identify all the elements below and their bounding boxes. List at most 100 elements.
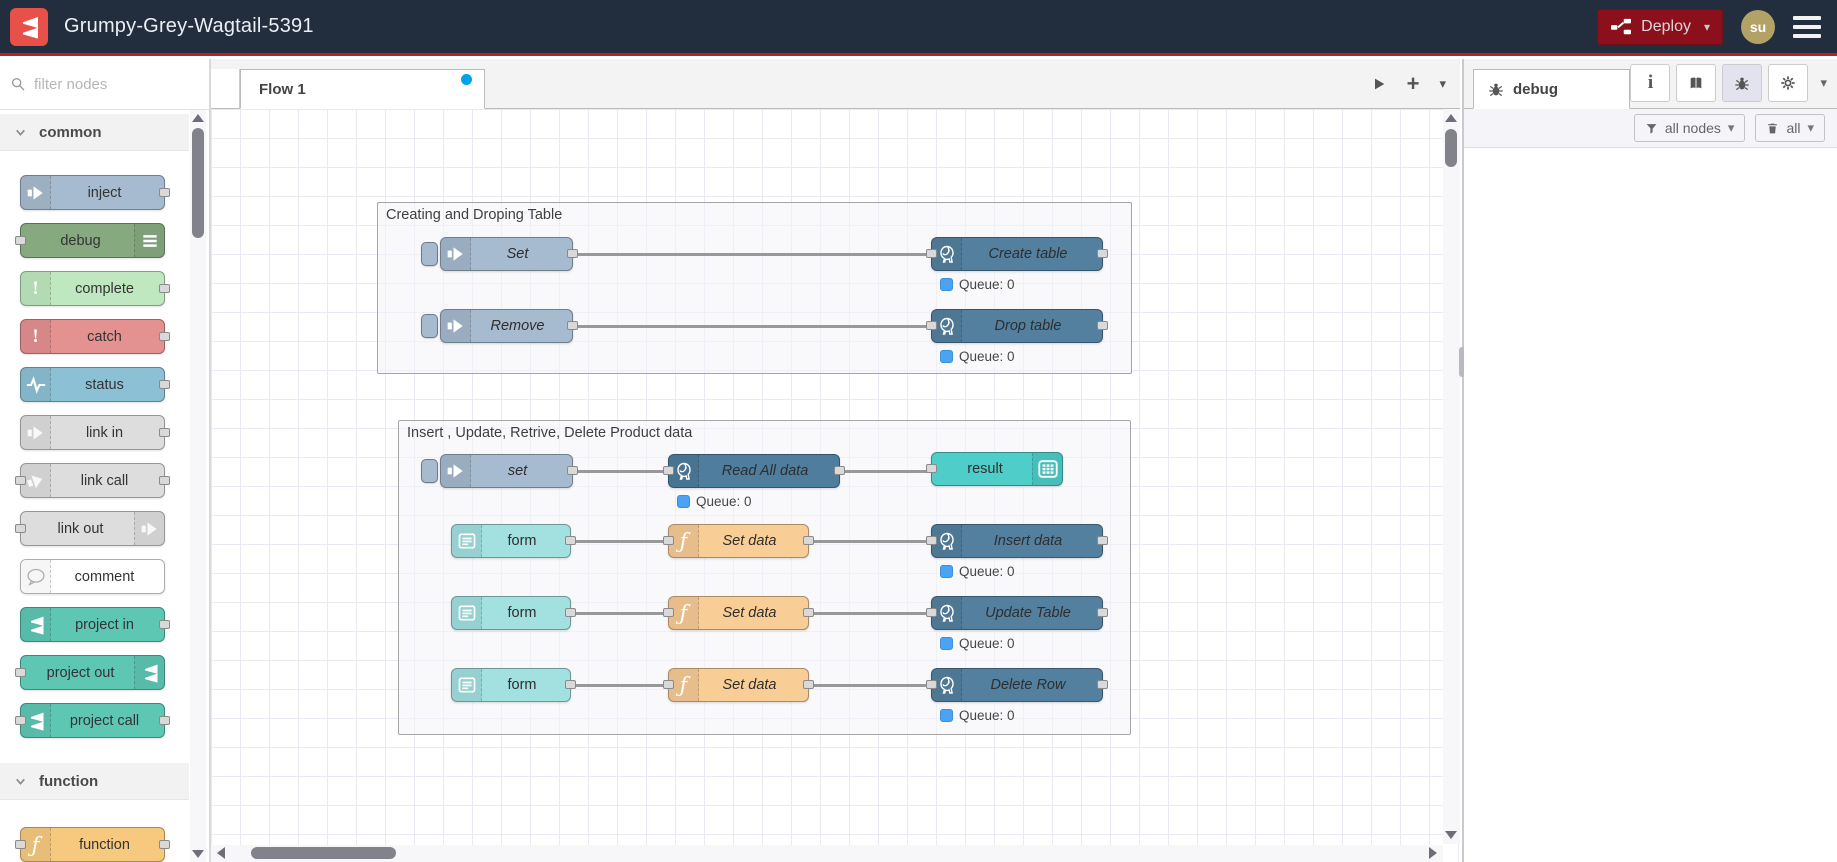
input-port[interactable]	[15, 235, 26, 245]
wire[interactable]	[569, 540, 671, 543]
output-port[interactable]	[1097, 536, 1108, 545]
wire[interactable]	[569, 612, 671, 615]
palette-node-complete[interactable]: ! complete	[20, 271, 170, 306]
palette-category-common[interactable]: common	[0, 114, 189, 151]
debug-clear-button[interactable]: all ▾	[1755, 114, 1825, 142]
info-tab-button[interactable]: i	[1630, 64, 1671, 102]
output-port[interactable]	[803, 680, 814, 689]
palette-node-link-call[interactable]: link call	[15, 463, 170, 498]
palette-node-link-out[interactable]: link out	[15, 511, 165, 546]
palette-node-link-in[interactable]: link in	[20, 415, 170, 450]
inject-button[interactable]	[421, 459, 438, 483]
flow-node-inject-remove[interactable]: Remove	[440, 309, 578, 343]
output-port[interactable]	[565, 536, 576, 545]
scrollbar-thumb[interactable]	[251, 847, 396, 859]
output-port[interactable]	[159, 283, 170, 293]
output-port[interactable]	[159, 619, 170, 629]
help-tab-button[interactable]	[1676, 64, 1717, 102]
scroll-down-icon[interactable]	[192, 850, 204, 858]
main-menu-button[interactable]	[1793, 15, 1821, 38]
input-port[interactable]	[926, 321, 937, 330]
palette-node-status[interactable]: status	[20, 367, 170, 402]
flow-node-form-1[interactable]: form	[451, 524, 576, 558]
scroll-left-icon[interactable]	[217, 847, 225, 859]
palette-node-function[interactable]: ƒ function	[15, 827, 170, 862]
canvas-horizontal-scrollbar[interactable]	[211, 845, 1443, 862]
scroll-up-icon[interactable]	[192, 114, 204, 122]
scroll-down-icon[interactable]	[1445, 831, 1457, 839]
wire[interactable]	[571, 325, 933, 328]
input-port[interactable]	[663, 466, 674, 475]
palette-node-debug[interactable]: debug	[15, 223, 165, 258]
group-creating-dropping-table[interactable]: Creating and Droping Table	[377, 202, 1132, 374]
user-avatar[interactable]: su	[1741, 9, 1775, 44]
output-port[interactable]	[565, 608, 576, 617]
input-port[interactable]	[926, 680, 937, 689]
wire[interactable]	[807, 612, 934, 615]
output-port[interactable]	[803, 536, 814, 545]
input-port[interactable]	[926, 536, 937, 545]
output-port[interactable]	[159, 839, 170, 849]
palette-node-project-out[interactable]: project out	[15, 655, 165, 690]
input-port[interactable]	[663, 536, 674, 545]
input-port[interactable]	[15, 715, 26, 725]
palette-category-function[interactable]: function	[0, 763, 189, 800]
flow-node-update-table[interactable]: Update Table	[926, 596, 1108, 630]
scrollbar-thumb[interactable]	[1445, 129, 1457, 167]
flow-node-result-table[interactable]: result	[926, 452, 1063, 486]
input-port[interactable]	[663, 680, 674, 689]
output-port[interactable]	[803, 608, 814, 617]
input-port[interactable]	[15, 523, 26, 533]
output-port[interactable]	[159, 715, 170, 725]
config-tab-button[interactable]	[1768, 64, 1809, 102]
wire[interactable]	[569, 684, 671, 687]
flow-node-function-set-data-2[interactable]: ƒ Set data	[663, 596, 814, 630]
deploy-options-caret-icon[interactable]: ▾	[1704, 20, 1710, 34]
flow-canvas[interactable]: Creating and Droping Table Set Create ta…	[211, 109, 1460, 862]
flow-node-read-all-data[interactable]: Read All data	[663, 454, 845, 488]
wire[interactable]	[838, 470, 934, 473]
output-port[interactable]	[159, 379, 170, 389]
palette-node-inject[interactable]: inject	[20, 175, 170, 210]
input-port[interactable]	[926, 249, 937, 258]
flow-node-drop-table[interactable]: Drop table	[926, 309, 1108, 343]
palette-node-comment[interactable]: comment	[20, 559, 165, 594]
output-port[interactable]	[567, 321, 578, 330]
output-port[interactable]	[834, 466, 845, 475]
scrollbar-thumb[interactable]	[192, 128, 204, 238]
palette-scrollbar[interactable]	[190, 110, 206, 862]
palette-search-input[interactable]	[34, 75, 174, 93]
palette-node-project-call[interactable]: project call	[15, 703, 170, 738]
tab-flow-1[interactable]: Flow 1	[240, 69, 485, 109]
deploy-button[interactable]: Deploy ▾	[1597, 8, 1723, 45]
input-port[interactable]	[15, 667, 26, 677]
flow-node-insert-data[interactable]: Insert data	[926, 524, 1108, 558]
output-port[interactable]	[1097, 680, 1108, 689]
palette-node-catch[interactable]: ! catch	[20, 319, 170, 354]
debug-filter-button[interactable]: all nodes ▾	[1633, 114, 1746, 142]
output-port[interactable]	[567, 249, 578, 258]
output-port[interactable]	[1097, 249, 1108, 258]
flow-node-inject-set2[interactable]: set	[440, 454, 578, 488]
inject-button[interactable]	[421, 242, 438, 266]
palette-node-project-in[interactable]: project in	[20, 607, 170, 642]
tab-debug[interactable]: debug	[1473, 69, 1630, 109]
wire[interactable]	[571, 470, 671, 473]
wire[interactable]	[807, 684, 934, 687]
debug-tab-button[interactable]	[1722, 64, 1763, 102]
input-port[interactable]	[15, 839, 26, 849]
output-port[interactable]	[159, 187, 170, 197]
input-port[interactable]	[663, 608, 674, 617]
input-port[interactable]	[15, 475, 26, 485]
flow-node-form-3[interactable]: form	[451, 668, 576, 702]
scroll-right-icon[interactable]	[1429, 847, 1437, 859]
output-port[interactable]	[159, 475, 170, 485]
output-port[interactable]	[1097, 608, 1108, 617]
wire[interactable]	[807, 540, 934, 543]
scroll-up-icon[interactable]	[1445, 114, 1457, 122]
wire[interactable]	[571, 253, 933, 256]
flow-list-caret-icon[interactable]: ▾	[1439, 76, 1446, 92]
add-flow-button[interactable]: +	[1407, 73, 1420, 95]
flow-node-function-set-data-3[interactable]: ƒ Set data	[663, 668, 814, 702]
output-port[interactable]	[159, 331, 170, 341]
